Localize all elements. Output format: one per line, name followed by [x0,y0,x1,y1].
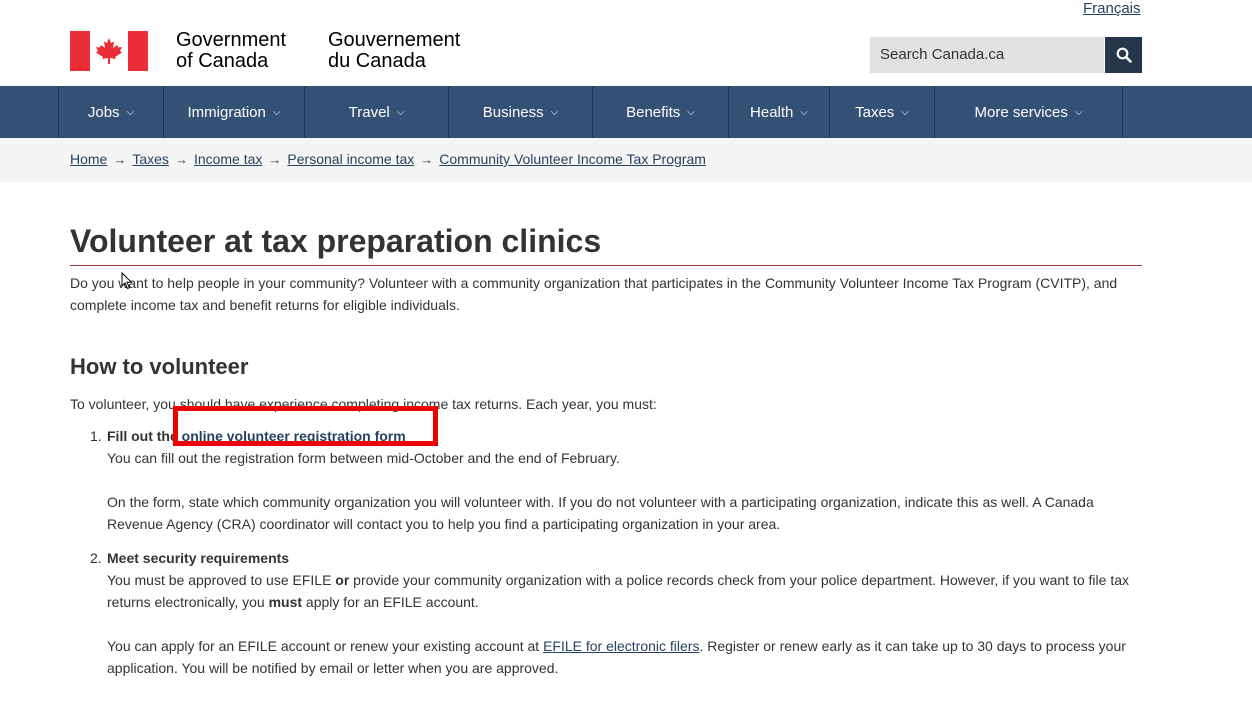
step-number: 1. [90,428,102,444]
search-icon [1116,47,1132,63]
arrow-right-icon: → [113,152,127,167]
steps-list: 1. Fill out the online volunteer registr… [90,425,1150,679]
breadcrumb-home[interactable]: Home [70,151,107,167]
search-input[interactable]: Search Canada.ca [870,37,1104,73]
step-paragraph: You can fill out the registration form b… [107,450,620,466]
step-item-2: 2. Meet security requirements You must b… [90,547,1150,679]
chevron-down-icon: ⌵ [126,106,135,118]
mouse-cursor-icon [121,272,133,290]
maple-leaf-icon [90,31,128,71]
step-title: Meet security requirements [107,550,290,566]
step-paragraph: You must be approved to use EFILE or pro… [107,572,1129,610]
chevron-down-icon: ⌵ [1074,106,1083,118]
canada-flag-logo[interactable] [70,31,148,71]
chevron-down-icon: ⌵ [396,106,405,118]
intro-paragraph: Do you want to help people in your commu… [70,275,1118,313]
breadcrumb-income-tax[interactable]: Income tax [194,151,262,167]
chevron-down-icon: ⌵ [800,106,808,118]
nav-item-travel[interactable]: Travel ⌵ [305,86,449,138]
step-paragraph: You can apply for an EFILE account or re… [107,638,1126,676]
chevron-down-icon: ⌵ [550,106,559,118]
chevron-down-icon: ⌵ [687,106,695,118]
step-paragraph: On the form, state which community organ… [107,494,1094,532]
nav-item-business[interactable]: Business ⌵ [449,86,593,138]
breadcrumb: Home → Taxes → Income tax → Personal income ta… [70,150,706,169]
wordmark-english: Government of Canada [176,29,287,72]
arrow-right-icon: → [268,152,282,167]
nav-item-immigration[interactable]: Immigration ⌵ [164,86,305,138]
breadcrumb-personal-income-tax[interactable]: Personal income tax [287,151,414,167]
nav-item-health[interactable]: Health ⌵ [729,86,830,138]
efile-link[interactable]: EFILE for electronic filers [543,638,699,654]
breadcrumb-cvitp[interactable]: Community Volunteer Income Tax Program [439,151,706,167]
language-toggle-link[interactable]: Français [1083,0,1141,18]
title-underline [70,265,1142,266]
wordmark-french: Gouvernement du Canada [328,29,461,72]
section-heading: How to volunteer [70,354,249,379]
search-button[interactable] [1105,37,1142,73]
nav-item-jobs[interactable]: Jobs ⌵ [59,86,164,138]
nav-item-more-services[interactable]: More services ⌵ [935,86,1123,138]
chevron-down-icon: ⌵ [272,106,281,118]
arrow-right-icon: → [420,152,434,167]
highlight-box [173,406,438,446]
breadcrumb-taxes[interactable]: Taxes [132,151,169,167]
arrow-right-icon: → [174,152,188,167]
nav-item-benefits[interactable]: Benefits ⌵ [593,86,729,138]
breadcrumb-bar: Home → Taxes → Income tax → Personal income ta… [0,138,1252,182]
page-title: Volunteer at tax preparation clinics [70,223,602,259]
nav-item-taxes[interactable]: Taxes ⌵ [830,86,935,138]
chevron-down-icon: ⌵ [901,106,909,118]
step-number: 2. [90,550,102,566]
main-navigation-bar: Jobs ⌵ Immigration ⌵ Travel ⌵ Business ⌵ Ben… [0,86,1252,138]
